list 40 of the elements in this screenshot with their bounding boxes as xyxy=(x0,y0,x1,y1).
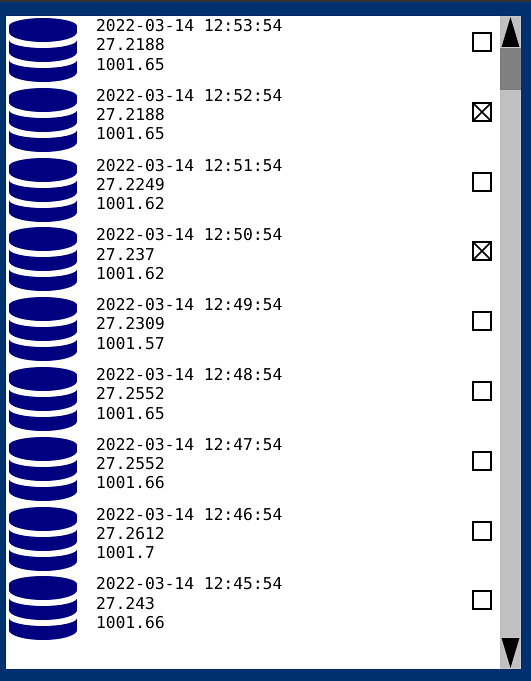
reading-value: 27.2612 xyxy=(96,524,166,544)
scrollbar[interactable] xyxy=(500,16,521,669)
reading-value: 1001.62 xyxy=(96,264,166,284)
scroll-thumb[interactable] xyxy=(500,48,521,90)
reading-value: 27.243 xyxy=(96,594,156,613)
reading-value: 1001.65 xyxy=(96,124,166,144)
reading-value: 27.237 xyxy=(96,244,156,264)
reading-value: 27.2188 xyxy=(96,35,166,55)
reading-value: 1001.65 xyxy=(96,54,166,74)
checkbox[interactable] xyxy=(472,172,492,192)
reading-value: 27.2552 xyxy=(96,384,166,404)
reading-value: 27.2249 xyxy=(96,174,166,194)
checkbox[interactable] xyxy=(472,520,492,541)
checkbox[interactable] xyxy=(472,102,492,122)
reading-value: 27.2188 xyxy=(96,105,166,124)
checkbox[interactable] xyxy=(472,311,492,332)
timestamp: 2022-03-14 12:52:54 xyxy=(96,86,282,106)
checkbox[interactable] xyxy=(472,241,492,262)
timestamp: 2022-03-14 12:49:54 xyxy=(96,295,282,314)
reading-value: 1001.65 xyxy=(96,404,166,423)
timestamp: 2022-03-14 12:48:54 xyxy=(96,364,282,384)
checkbox[interactable] xyxy=(472,450,492,471)
checkbox[interactable] xyxy=(472,590,492,610)
checkbox[interactable] xyxy=(472,32,492,52)
timestamp: 2022-03-14 12:53:54 xyxy=(96,16,282,36)
timestamp: 2022-03-14 12:51:54 xyxy=(96,156,282,175)
scroll-down-arrow-icon[interactable] xyxy=(500,637,521,669)
checkbox[interactable] xyxy=(472,380,492,401)
reading-value: 1001.66 xyxy=(96,473,166,493)
reading-value: 27.2552 xyxy=(96,454,166,474)
timestamp: 2022-03-14 12:45:54 xyxy=(96,574,282,594)
reading-value: 27.2309 xyxy=(96,314,166,334)
timestamp: 2022-03-14 12:47:54 xyxy=(96,434,282,454)
reading-value: 1001.7 xyxy=(96,543,156,562)
scroll-up-arrow-icon[interactable] xyxy=(500,16,521,48)
reading-value: 1001.57 xyxy=(96,334,166,354)
timestamp: 2022-03-14 12:50:54 xyxy=(96,225,282,245)
timestamp: 2022-03-14 12:46:54 xyxy=(96,504,282,524)
reading-value: 1001.62 xyxy=(96,194,166,214)
reading-value: 1001.66 xyxy=(96,612,166,632)
